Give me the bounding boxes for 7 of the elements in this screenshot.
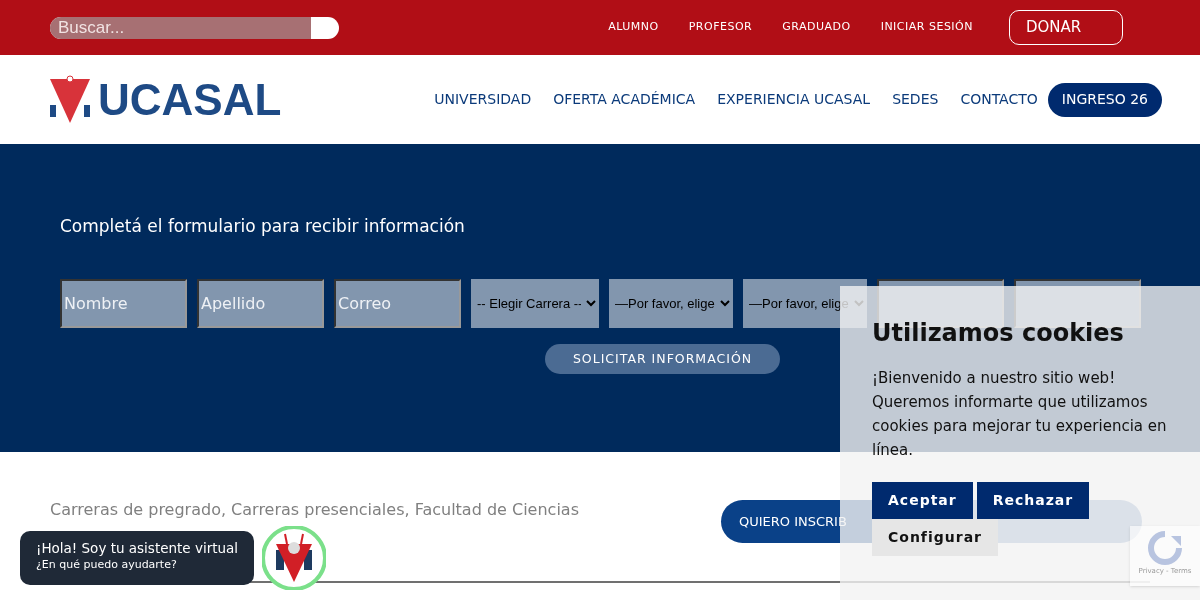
category-text: Carreras de pregrado, Carreras presenciales, Facultad de Ciencias: [50, 500, 580, 520]
logo-text: UCASAL: [98, 77, 282, 122]
cookie-text: ¡Bienvenido a nuestro sitio web! Queremos informarte que utilizamos cookies para mejorar tu experiencia en línea.: [872, 368, 1168, 461]
form-title: Completá el formulario para recibir información: [60, 215, 466, 238]
cookie-title: Utilizamos cookies: [872, 318, 1125, 348]
chat-prompt: ¿En qué puedo ayudarte?: [36, 557, 178, 573]
chat-greeting: ¡Hola! Soy tu asistente virtual: [36, 539, 238, 557]
